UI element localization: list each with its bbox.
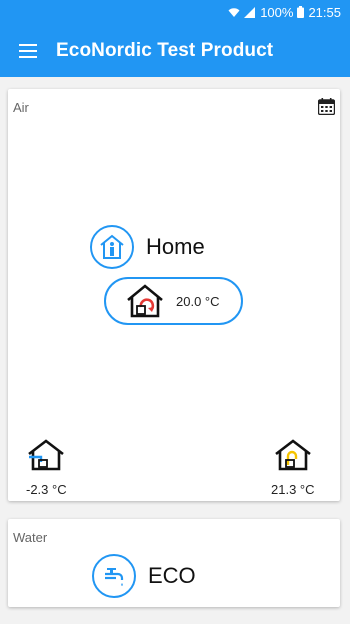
calendar-icon [317,98,336,116]
person-home-icon [100,234,124,259]
water-mode-icon-circle [92,554,136,598]
air-card-label: Air [13,100,29,115]
wifi-icon [228,7,240,17]
water-mode-label: ECO [148,563,196,588]
air-mode-label: Home [146,234,205,259]
status-bar: 100% 21:55 [0,0,350,24]
battery-percent: 100% [260,4,294,20]
indoor-temp: 21.3 °C [271,482,315,497]
battery-icon [297,6,305,18]
app-title: EcoNordic Test Product [56,39,274,61]
setpoint-button[interactable]: 20.0 °C [104,277,243,325]
menu-button[interactable] [0,24,56,77]
water-mode-button[interactable]: ECO [92,554,196,598]
house-heating-icon [127,284,163,318]
water-card-label: Water [13,530,48,545]
outdoor-temp: -2.3 °C [26,482,67,497]
signal-icon [244,6,256,18]
house-inflow-icon [28,439,65,471]
indoor-sensor: 21.3 °C [271,439,315,497]
setpoint-temp: 20.0 °C [176,293,220,309]
outdoor-sensor: -2.3 °C [26,439,67,497]
air-mode-button[interactable]: Home [90,225,205,269]
air-card: Air Home 20.0 °C -2.3 °C 21.3 °C [8,89,340,501]
water-card: Water ECO [8,519,340,607]
menu-icon [19,43,37,58]
air-mode-icon-circle [90,225,134,269]
house-outflow-icon [274,439,311,471]
schedule-button[interactable] [317,98,336,120]
clock: 21:55 [308,4,341,20]
app-bar: EcoNordic Test Product [0,24,350,77]
faucet-icon [105,568,124,586]
